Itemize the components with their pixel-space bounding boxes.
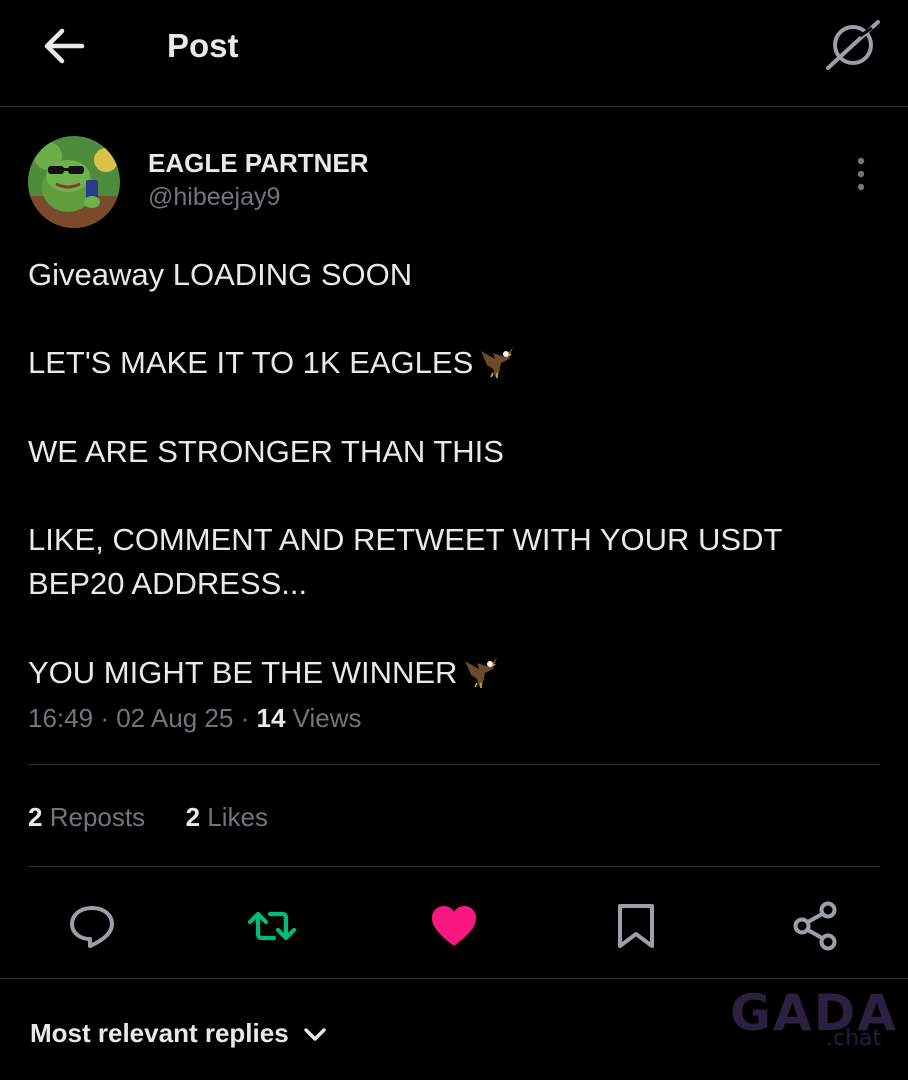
post-time: 16:49: [28, 703, 94, 733]
tweet-line: Giveaway LOADING SOON: [28, 257, 413, 292]
divider: [28, 866, 880, 867]
share-icon[interactable]: [790, 900, 842, 952]
post-date: 02 Aug 25: [116, 703, 234, 733]
watermark: GADA .chat: [730, 984, 896, 1054]
divider: [0, 978, 908, 979]
tweet-line: WE ARE STRONGER THAN THIS: [28, 433, 504, 469]
arrow-left-icon[interactable]: [42, 26, 86, 66]
chevron-down-icon: [303, 1028, 326, 1041]
page-title: Post: [167, 27, 239, 64]
views-count: 14: [256, 703, 286, 733]
display-name[interactable]: EAGLE PARTNER: [148, 148, 369, 179]
eagle-emoji-icon: [465, 656, 498, 688]
tweet-text: Giveaway LOADING SOON LET'S MAKE IT TO 1…: [28, 253, 878, 695]
reply-icon[interactable]: [66, 900, 118, 952]
post-metadata: 16:49 · 02 Aug 25 · 14 Views: [28, 703, 362, 733]
top-bar: Post: [0, 0, 908, 107]
more-options-icon[interactable]: [850, 156, 872, 192]
likes-stat[interactable]: 2 Likes: [186, 802, 268, 832]
engagement-stats: 2 Reposts 2 Likes: [28, 802, 268, 833]
tweet-line: LET'S MAKE IT TO 1K EAGLES: [28, 341, 878, 385]
views-label[interactable]: Views: [293, 703, 362, 733]
tweet-line: LIKE, COMMENT AND RETWEET WITH YOUR USDT…: [28, 521, 783, 602]
replies-sort-dropdown[interactable]: Most relevant replies: [30, 1018, 327, 1049]
heart-icon[interactable]: [428, 900, 480, 952]
tweet-line: YOU MIGHT BE THE WINNER: [28, 651, 878, 695]
repost-icon[interactable]: [246, 900, 298, 952]
watermark-suffix: .chat: [826, 1026, 882, 1051]
grok-icon[interactable]: [824, 18, 882, 72]
bookmark-icon[interactable]: [610, 900, 662, 952]
reposts-stat[interactable]: 2 Reposts: [28, 802, 145, 832]
eagle-emoji-icon: [481, 347, 514, 379]
divider: [28, 764, 880, 765]
avatar[interactable]: [28, 136, 120, 228]
user-handle[interactable]: @hibeejay9: [148, 183, 280, 212]
